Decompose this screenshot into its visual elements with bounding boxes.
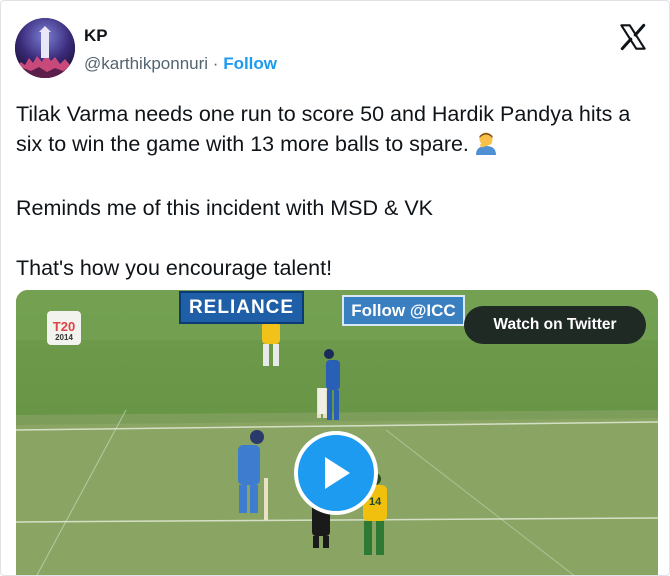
avatar-image <box>15 18 75 78</box>
man-facepalming-emoji-icon <box>475 131 497 163</box>
x-logo-icon[interactable] <box>619 23 647 51</box>
tweet-line-2: Reminds me of this incident with MSD & V… <box>16 196 434 220</box>
author-handle[interactable]: @karthikponnuri <box>84 54 208 73</box>
play-icon <box>325 457 350 489</box>
avatar[interactable] <box>15 18 75 78</box>
play-button[interactable] <box>294 431 378 515</box>
author-name[interactable]: KP <box>84 26 108 46</box>
follow-icc-board: Follow @ICC <box>342 295 465 326</box>
tweet-line-3: That's how you encourage talent! <box>16 256 333 280</box>
t20-world-cup-logo: T20 2014 <box>47 311 81 345</box>
embedded-video[interactable]: 14 RELIANCE Follow @ICC T20 2014 Watch o… <box>16 290 658 575</box>
tweet-card[interactable]: KP @karthikponnuri · Follow Tilak Varma … <box>0 0 670 576</box>
watch-on-twitter-button[interactable]: Watch on Twitter <box>464 306 646 344</box>
follow-button[interactable]: Follow <box>223 54 277 73</box>
separator-dot: · <box>212 54 219 73</box>
jersey-number: 14 <box>369 496 382 508</box>
tweet-line-1: Tilak Varma needs one run to score 50 an… <box>16 99 661 163</box>
tweet-text: Tilak Varma needs one run to score 50 an… <box>16 99 661 283</box>
author-handle-row: @karthikponnuri · Follow <box>84 54 277 74</box>
reliance-board: RELIANCE <box>179 291 304 324</box>
